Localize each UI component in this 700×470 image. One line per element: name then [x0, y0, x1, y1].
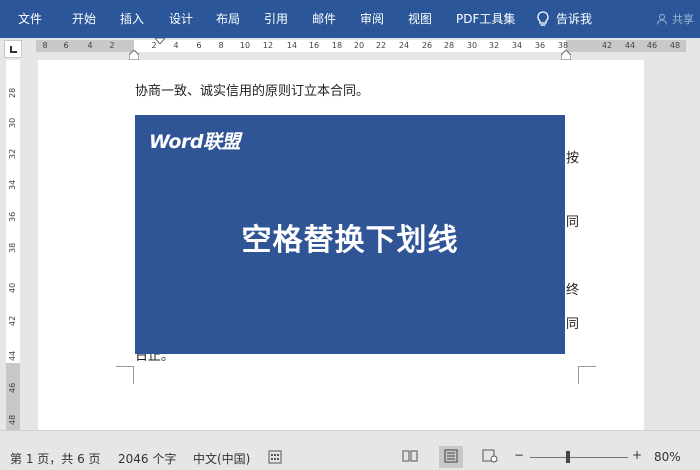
ruler-label: 4	[87, 41, 93, 50]
ruler-label: 38	[8, 242, 17, 253]
ruler-label: 8	[218, 41, 224, 50]
tab-view[interactable]: 视图	[408, 0, 432, 38]
ruler-label: 6	[63, 41, 69, 50]
ruler-label: 32	[8, 148, 17, 159]
ruler-label: 2	[109, 41, 115, 50]
person-icon	[657, 14, 667, 25]
ruler-label: 30	[466, 41, 478, 50]
tab-file[interactable]: 文件	[18, 0, 42, 38]
lightbulb-icon	[537, 11, 549, 26]
document-text-fragment[interactable]: 同	[566, 313, 579, 332]
ruler-label: 32	[488, 41, 500, 50]
zoom-in-button[interactable]: +	[632, 448, 642, 462]
tab-mailings[interactable]: 邮件	[312, 0, 336, 38]
ruler-label: 22	[375, 41, 387, 50]
vertical-scrollbar[interactable]	[686, 60, 700, 430]
ruler-label: 36	[8, 211, 17, 222]
left-tab-icon	[10, 46, 17, 53]
ruler-label: 28	[443, 41, 455, 50]
ruler-label: 26	[421, 41, 433, 50]
right-indent-icon[interactable]	[561, 50, 571, 60]
ruler-label: 48	[8, 414, 17, 425]
ruler-label: 38	[557, 41, 569, 50]
ruler-label: 40	[8, 282, 17, 293]
status-bar	[0, 430, 700, 470]
ruler-label: 48	[669, 41, 681, 50]
ruler-label: 2	[151, 41, 157, 50]
zoom-slider-thumb[interactable]	[566, 451, 570, 463]
ruler-label: 10	[239, 41, 251, 50]
tab-home[interactable]: 开始	[72, 0, 96, 38]
ruler-label: 6	[196, 41, 202, 50]
tab-selector[interactable]	[4, 40, 22, 58]
read-mode-icon[interactable]	[402, 449, 418, 463]
hanging-indent-icon[interactable]	[129, 50, 139, 60]
tell-me-label: 告诉我	[556, 12, 593, 26]
tab-pdf-tools[interactable]: PDF工具集	[456, 0, 515, 38]
ruler-label: 12	[262, 41, 274, 50]
ruler-label: 20	[353, 41, 365, 50]
document-text-fragment[interactable]: 终	[566, 279, 579, 298]
crop-mark	[578, 366, 596, 384]
ruler-label: 34	[8, 179, 17, 190]
page-count-status[interactable]: 第 1 页，共 6 页	[10, 450, 101, 467]
zoom-slider-track[interactable]	[530, 457, 628, 458]
ruler-label: 44	[624, 41, 636, 50]
document-text-line[interactable]: 协商一致、诚实信用的原则订立本合同。	[135, 80, 369, 99]
document-text-fragment[interactable]: 按	[566, 147, 579, 166]
language-status[interactable]: 中文(中国)	[193, 450, 250, 467]
ruler-label: 46	[8, 382, 17, 393]
tell-me-box[interactable]: 告诉我	[536, 0, 592, 38]
ruler-label: 28	[8, 87, 17, 98]
ruler-left-margin	[36, 40, 134, 52]
ruler-label: 4	[173, 41, 179, 50]
ruler-label: 36	[534, 41, 546, 50]
print-layout-icon	[444, 449, 458, 463]
macro-record-icon[interactable]	[268, 450, 282, 464]
share-label: 共享	[672, 13, 694, 26]
web-layout-icon[interactable]	[482, 449, 498, 463]
tab-insert[interactable]: 插入	[120, 0, 144, 38]
crop-mark	[116, 366, 134, 384]
word-count-status[interactable]: 2046 个字	[118, 450, 176, 467]
banner-headline: 空格替换下划线	[241, 223, 459, 258]
brand-logo: Word联盟	[149, 131, 240, 153]
tab-layout[interactable]: 布局	[216, 0, 240, 38]
tab-review[interactable]: 审阅	[360, 0, 384, 38]
title-banner: Word联盟 空格替换下划线	[135, 115, 565, 354]
tab-references[interactable]: 引用	[264, 0, 288, 38]
document-text-fragment[interactable]: 同	[566, 211, 579, 230]
ruler-label: 44	[8, 350, 17, 361]
ruler-label: 30	[8, 117, 17, 128]
ruler-label: 46	[646, 41, 658, 50]
ruler-label: 24	[398, 41, 410, 50]
ruler-label: 16	[308, 41, 320, 50]
zoom-level[interactable]: 80%	[654, 450, 681, 464]
ruler-label: 8	[42, 41, 48, 50]
ruler-label: 18	[331, 41, 343, 50]
ribbon-tab-bar: 文件 开始 插入 设计 布局 引用 邮件 审阅 视图 PDF工具集 告诉我 共享	[0, 0, 700, 38]
ruler-label: 14	[286, 41, 298, 50]
tab-design[interactable]: 设计	[169, 0, 193, 38]
zoom-out-button[interactable]: −	[514, 448, 524, 462]
ruler-label: 34	[511, 41, 523, 50]
share-button[interactable]: 共享	[656, 0, 694, 38]
ruler-label: 42	[8, 315, 17, 326]
ruler-label: 42	[601, 41, 613, 50]
